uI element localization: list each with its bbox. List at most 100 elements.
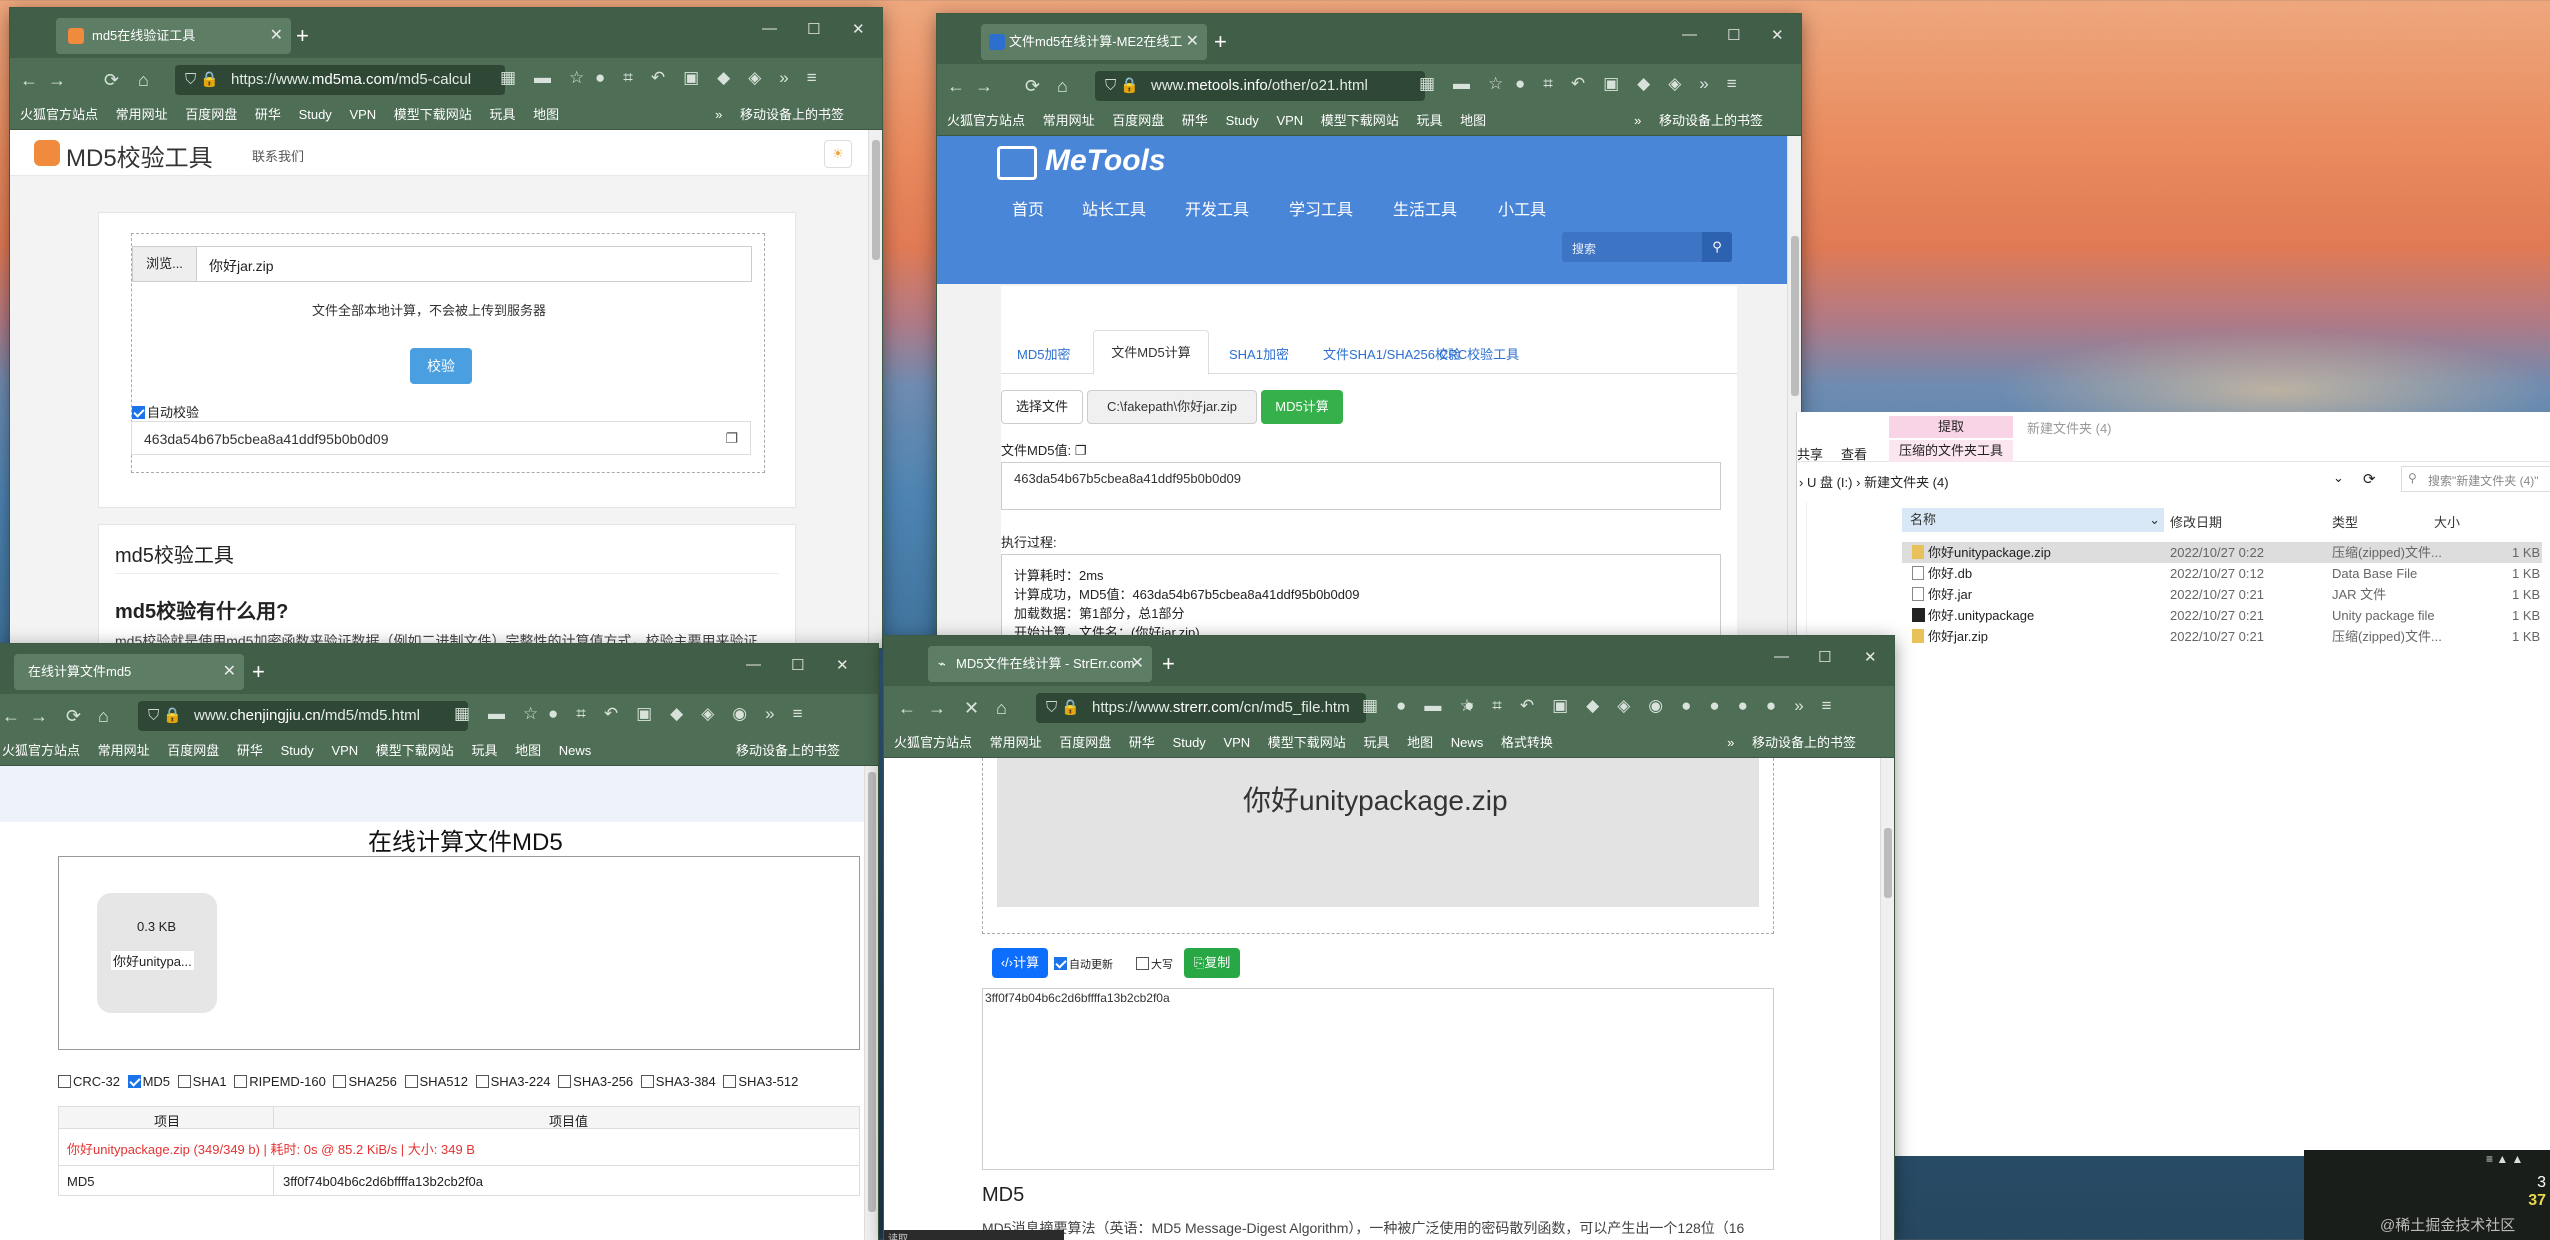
tab-chenjingjiu[interactable]: 在线计算文件md5 ✕ [14,654,244,690]
forward-icon[interactable]: → [48,68,66,92]
bookmark-item[interactable]: 火狐官方站点 [20,107,98,122]
col-type-header[interactable]: 类型 [2332,512,2358,531]
search-input[interactable]: 搜索"新建文件夹 (4)" [2428,472,2539,489]
url-bar[interactable]: ⛉ 🔒 www.chenjingjiu.cn/md5/md5.html [138,701,468,731]
tab-close-icon[interactable]: ✕ [223,654,236,690]
option-sha256-checkbox[interactable] [333,1075,347,1088]
option-md5-checkbox[interactable] [127,1075,141,1088]
bookmark-item[interactable]: 百度网盘 [167,743,219,758]
tab-close-icon[interactable]: ✕ [1186,24,1199,60]
mobile-bookmarks[interactable]: » 移动设备上的书签 [1628,108,1777,134]
bookmark-item[interactable]: News [559,743,592,758]
bookmark-item[interactable]: 火狐官方站点 [947,113,1025,128]
auto-verify-check[interactable] [132,406,145,419]
nav-small-tools[interactable]: 小工具 [1498,196,1546,220]
col-size-header[interactable]: 大小 [2434,512,2460,531]
bookmark-item[interactable]: 格式转换 [1501,735,1553,750]
scrollbar-thumb[interactable] [868,772,876,1212]
refresh-icon[interactable]: ⟳ [2363,470,2376,488]
minimize-button[interactable]: — [746,656,761,673]
bookmark-item[interactable]: 模型下载网站 [1321,113,1399,128]
uppercase-checkbox[interactable] [1136,957,1149,970]
back-icon[interactable]: ← [20,68,38,92]
bookmark-item[interactable]: News [1451,735,1484,750]
bookmark-item[interactable]: 研华 [237,743,263,758]
mobile-bookmarks[interactable]: » 移动设备上的书签 [709,102,858,128]
bookmark-item[interactable]: 模型下载网站 [1268,735,1346,750]
bookmark-item[interactable]: 火狐官方站点 [2,743,80,758]
option-sha256[interactable]: SHA256 [333,1074,397,1089]
option-sha3-512-checkbox[interactable] [723,1075,737,1088]
forward-icon[interactable]: → [928,696,946,720]
option-sha3-256-checkbox[interactable] [558,1075,572,1088]
tab-close-icon[interactable]: ✕ [270,18,283,54]
copy-icon[interactable]: ❐ [725,430,738,447]
copy-button[interactable]: ⎘复制 [1184,948,1240,978]
minimize-button[interactable]: — [1774,648,1789,665]
bookmark-item[interactable]: 研华 [1182,113,1208,128]
browse-button[interactable]: 浏览... [133,247,197,281]
close-window-button[interactable]: ✕ [1771,26,1784,44]
reload-icon[interactable]: ⟳ [1025,74,1040,98]
maximize-button[interactable]: ☐ [791,656,804,674]
scrollbar[interactable] [868,130,882,648]
minimize-button[interactable]: — [1682,26,1697,43]
ribbon-view[interactable]: 查看 [1841,444,1867,463]
tab-md5ma[interactable]: md5在线验证工具 ✕ [56,18,291,54]
close-window-button[interactable]: ✕ [836,656,849,674]
file-row[interactable]: 你好.jar 2022/10/27 0:21 JAR 文件 1 KB [1902,584,2542,605]
option-sha1[interactable]: SHA1 [177,1074,227,1089]
nav-dev-tools[interactable]: 开发工具 [1185,196,1249,220]
bookmark-item[interactable]: Study [1173,735,1206,750]
option-sha3-384-checkbox[interactable] [640,1075,654,1088]
bookmark-item[interactable]: 常用网址 [98,743,150,758]
subtab-md5-encrypt[interactable]: MD5加密 [1017,344,1070,363]
home-icon[interactable]: ⌂ [996,696,1007,720]
file-row[interactable]: 你好unitypackage.zip 2022/10/27 0:22 压缩(zi… [1902,542,2542,563]
subtab-file-md5[interactable]: 文件MD5计算 [1093,330,1209,375]
bookmark-item[interactable]: 火狐官方站点 [894,735,972,750]
file-drop-area[interactable]: 0.3 KB 你好unitypa... [58,856,860,1050]
search-icon[interactable]: ⚲ [1702,232,1732,262]
file-tile[interactable]: 0.3 KB 你好unitypa... [97,893,217,1013]
nav-life-tools[interactable]: 生活工具 [1393,196,1457,220]
file-input[interactable]: 浏览... 你好jar.zip [132,246,752,282]
forward-icon[interactable]: → [975,74,993,98]
new-tab-button[interactable]: + [1214,24,1227,60]
url-bar-icons[interactable]: ▦▬☆ [1419,74,1521,94]
more-bookmarks-icon[interactable]: » [1634,113,1641,128]
home-icon[interactable]: ⌂ [138,68,149,92]
extensions-icons[interactable]: ●⌗↶▣◆◈»≡ [1515,74,1755,94]
bookmark-item[interactable]: 地图 [1407,735,1433,750]
scrollbar[interactable] [864,766,878,1240]
option-sha3-224[interactable]: SHA3-224 [475,1074,551,1089]
option-sha512-checkbox[interactable] [404,1075,418,1088]
bookmark-item[interactable]: VPN [349,107,376,122]
option-sha3-256[interactable]: SHA3-256 [558,1074,633,1089]
breadcrumb-folder[interactable]: 新建文件夹 (4) [1864,475,1949,490]
extensions-icons[interactable]: ●⌗↶▣◆◈◉»≡ [548,704,821,724]
file-row[interactable]: 你好.unitypackage 2022/10/27 0:21 Unity pa… [1902,605,2542,626]
reload-icon[interactable]: ⟳ [104,68,119,92]
more-bookmarks-icon[interactable]: » [1727,735,1734,750]
contact-link[interactable]: 联系我们 [252,146,304,165]
breadcrumb-drive[interactable]: U 盘 (I:) [1807,475,1853,490]
option-ripemd160[interactable]: RIPEMD-160 [234,1074,326,1089]
new-tab-button[interactable]: + [1162,646,1175,682]
bookmark-item[interactable]: VPN [1223,735,1250,750]
option-md5[interactable]: MD5 [127,1074,170,1089]
back-icon[interactable]: ← [898,696,916,720]
bookmark-item[interactable]: 地图 [533,107,559,122]
bookmark-item[interactable]: 常用网址 [116,107,168,122]
maximize-button[interactable]: ☐ [1818,648,1831,666]
url-bar-icons[interactable]: ▦▬☆ [500,68,602,88]
search-box[interactable]: 搜索 ⚲ [1562,232,1732,262]
reload-icon[interactable]: ⟳ [66,704,81,728]
choose-file-button[interactable]: 选择文件 [1001,390,1083,424]
ribbon-extract-tab[interactable]: 提取 [1889,416,2013,438]
close-window-button[interactable]: ✕ [1864,648,1877,666]
home-icon[interactable]: ⌂ [98,704,109,728]
tab-metools[interactable]: 文件md5在线计算-ME2在线工 ✕ [981,24,1207,60]
option-ripemd160-checkbox[interactable] [234,1075,248,1088]
new-tab-button[interactable]: + [296,18,309,54]
